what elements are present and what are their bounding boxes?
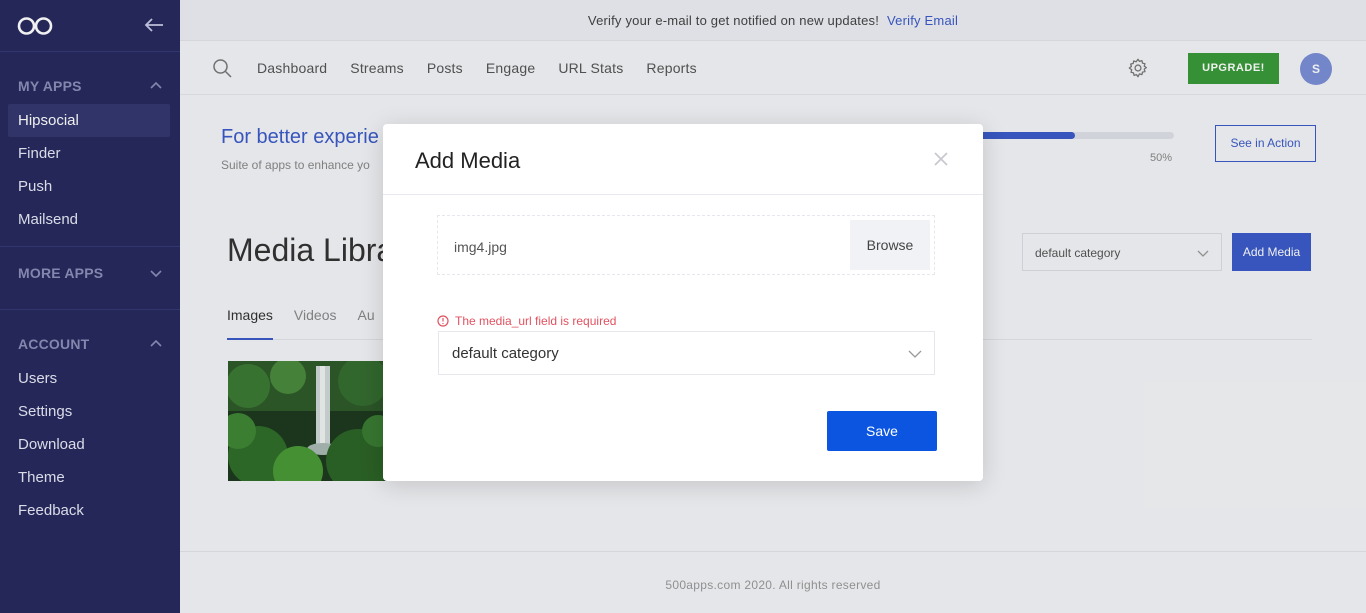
close-icon[interactable]: [933, 151, 949, 167]
save-button[interactable]: Save: [827, 411, 937, 451]
chevron-down-icon: [908, 350, 922, 358]
modal-category-select[interactable]: default category: [438, 331, 935, 375]
file-name: img4.jpg: [454, 239, 507, 255]
modal-backdrop[interactable]: Add Media img4.jpg Browse The media_url …: [0, 0, 1366, 613]
alert-icon: [437, 315, 449, 327]
modal-header: Add Media: [383, 124, 983, 195]
add-media-modal: Add Media img4.jpg Browse The media_url …: [383, 124, 983, 481]
error-message: The media_url field is required: [437, 314, 616, 328]
browse-button[interactable]: Browse: [850, 220, 930, 270]
error-text: The media_url field is required: [455, 314, 617, 328]
modal-title: Add Media: [415, 148, 521, 173]
file-upload-field: img4.jpg Browse: [437, 215, 935, 275]
modal-category-value: default category: [452, 345, 559, 362]
